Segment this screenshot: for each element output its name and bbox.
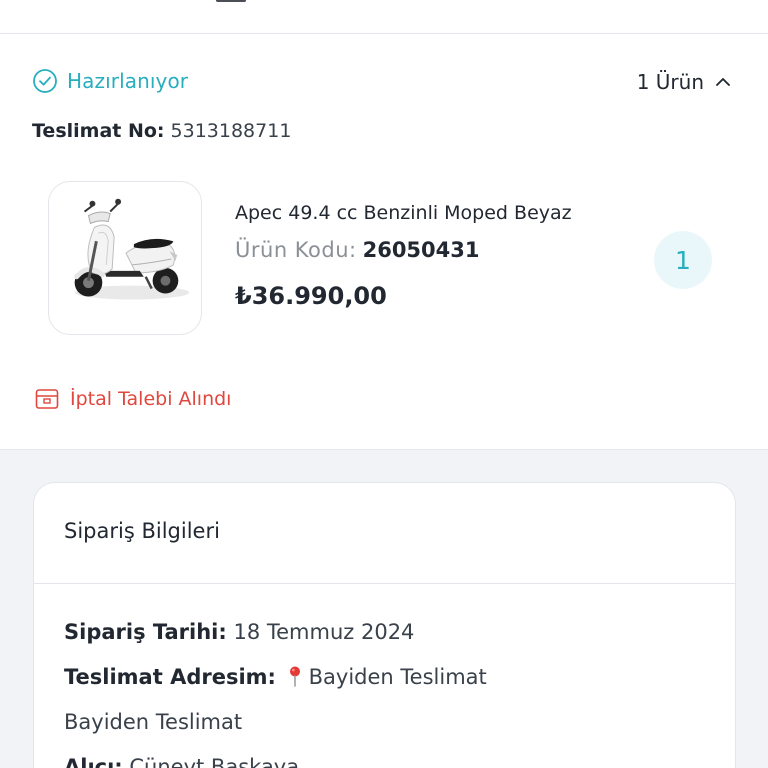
divider	[34, 583, 735, 584]
product-code-label: Ürün Kodu:	[235, 238, 357, 262]
delivery-card: Hazırlanıyor 1 Ürün Teslimat No: 53131887…	[0, 35, 768, 448]
chevron-up-icon	[716, 78, 730, 86]
check-circle-icon	[33, 69, 57, 93]
tracking-value: 5313188711	[170, 120, 292, 142]
order-date: Sipariş Tarihi: 18 Temmuz 2024	[64, 620, 414, 644]
product-code-value: 26050431	[362, 238, 480, 262]
product-image[interactable]	[48, 181, 202, 335]
recipient: Alıcı: Cüneyt Başkaya	[64, 755, 299, 768]
status-text: Hazırlanıyor	[67, 69, 189, 93]
recipient-label: Alıcı:	[64, 755, 123, 768]
order-info-title: Sipariş Bilgileri	[64, 519, 220, 543]
order-date-value: 18 Temmuz 2024	[233, 620, 415, 644]
box-icon	[35, 389, 59, 409]
item-count: 1 Ürün	[636, 70, 704, 94]
product-code: Ürün Kodu: 26050431	[235, 238, 480, 262]
address-label: Teslimat Adresim:	[64, 665, 276, 689]
product-name[interactable]: Apec 49.4 cc Benzinli Moped Beyaz	[235, 202, 572, 224]
address-detail: Bayiden Teslimat	[64, 710, 243, 734]
map-pin-icon	[289, 666, 300, 687]
address-value: Bayiden Teslimat	[308, 665, 487, 689]
top-toolbar	[0, 0, 768, 34]
recipient-value: Cüneyt Başkaya	[129, 755, 300, 768]
delivery-status: Hazırlanıyor	[32, 68, 188, 94]
tracking-label: Teslimat No:	[32, 120, 165, 142]
item-count-toggle[interactable]: 1 Ürün	[637, 70, 732, 94]
scooter-image	[74, 198, 190, 300]
toolbar-icon[interactable]	[216, 0, 246, 2]
cancellation-status: İptal Talebi Alındı	[34, 387, 231, 411]
tracking-number: Teslimat No: 5313188711	[32, 120, 291, 142]
quantity-badge: 1	[654, 231, 712, 289]
order-date-label: Sipariş Tarihi:	[64, 620, 227, 644]
order-info-card: Sipariş Bilgileri Sipariş Tarihi: 18 Tem…	[33, 482, 736, 768]
order-detail-page: Hazırlanıyor 1 Ürün Teslimat No: 53131887…	[0, 0, 768, 768]
cancellation-text: İptal Talebi Alındı	[70, 388, 232, 410]
product-price: ₺36.990,00	[235, 282, 387, 310]
delivery-address: Teslimat Adresim: Bayiden Teslimat	[64, 665, 487, 689]
